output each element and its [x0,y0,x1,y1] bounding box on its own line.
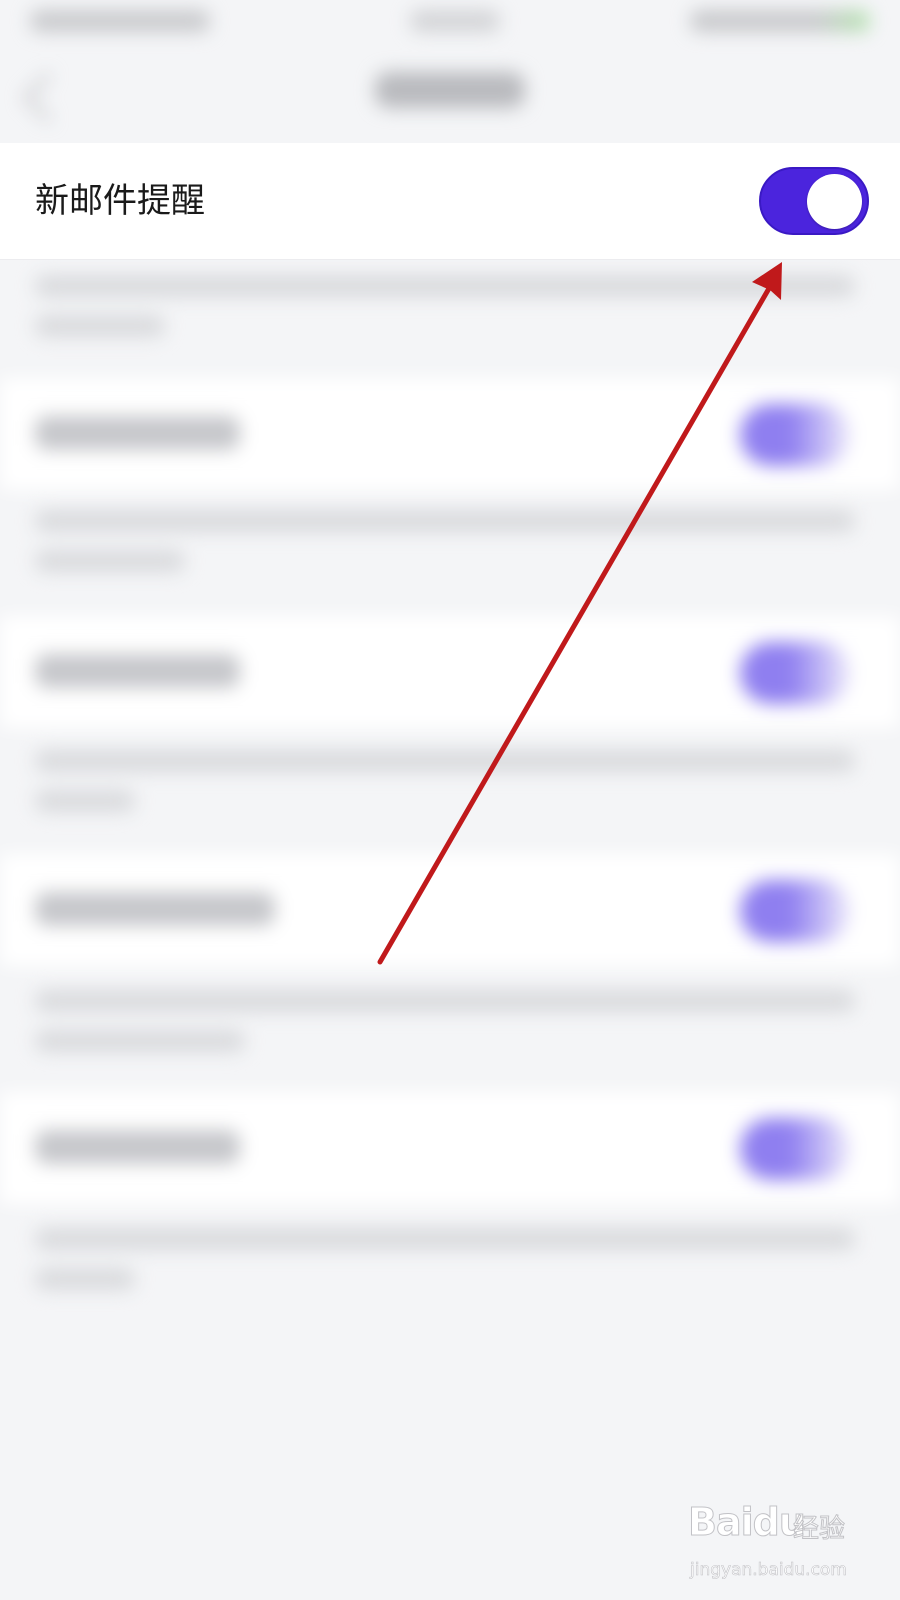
arrow-head [752,262,782,300]
watermark-url: jingyan.baidu.com [690,1560,847,1581]
setting-description [35,510,865,600]
setting-label-blurred [35,1130,240,1164]
watermark-brand: 经验 [792,1514,846,1545]
setting-description [35,1228,865,1318]
toggle-switch-blurred[interactable] [740,1118,850,1180]
status-bar [0,0,900,60]
setting-label-blurred [35,654,240,688]
setting-row[interactable] [0,378,900,490]
baidu-jingyan-watermark: Baidu 经验 jingyan.baidu.com [688,1500,868,1590]
new-mail-alert-row[interactable]: 新邮件提醒 [0,143,900,260]
watermark-logo: Baidu [688,1500,807,1545]
setting-label-blurred [35,416,240,450]
navigation-bar [0,60,900,140]
back-icon[interactable] [22,72,73,123]
setting-row[interactable] [0,616,900,728]
new-mail-alert-label: 新邮件提醒 [35,181,205,221]
page-title [375,72,525,108]
status-carrier [30,10,210,32]
toggle-knob [807,174,862,229]
setting-row[interactable] [0,854,900,966]
new-mail-alert-toggle[interactable] [759,167,869,235]
setting-description [35,750,865,840]
setting-row[interactable] [0,1092,900,1204]
setting-description [35,275,865,365]
toggle-switch-blurred[interactable] [740,880,850,942]
status-battery [690,10,870,32]
setting-description [35,990,865,1080]
setting-label-blurred [35,892,275,926]
arrow-shaft [377,275,778,965]
status-time [410,10,500,32]
toggle-switch-blurred[interactable] [740,404,850,466]
toggle-switch-blurred[interactable] [740,642,850,704]
